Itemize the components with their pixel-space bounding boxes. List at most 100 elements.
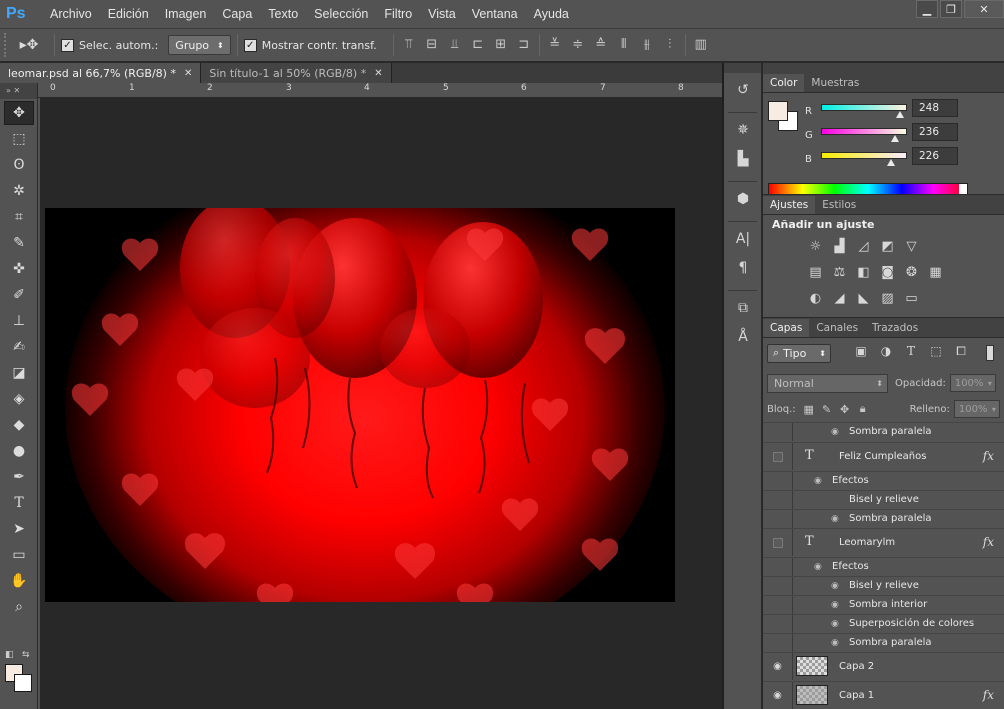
eye-icon[interactable]: ◉ bbox=[814, 476, 822, 486]
move-tool-icon[interactable]: ✥ bbox=[4, 101, 34, 125]
tab-leomar[interactable]: leomar.psd al 66,7% (RGB/8) * ✕ bbox=[0, 63, 202, 83]
blend-mode-dropdown[interactable]: Normal ⬍ bbox=[767, 373, 888, 393]
filter-adjustment-icon[interactable]: ◑ bbox=[876, 344, 896, 362]
history-brush-tool-icon[interactable]: ✍ bbox=[4, 335, 34, 359]
chevron-down-icon[interactable]: ▾ bbox=[992, 405, 996, 414]
layer-row-leomarylm[interactable]: T Leomarylm fx bbox=[763, 528, 1004, 556]
eye-icon[interactable]: ◉ bbox=[831, 600, 839, 610]
layer-row-capa-2[interactable]: ◉ Capa 2 bbox=[763, 652, 1004, 680]
fx-icon[interactable]: fx bbox=[983, 449, 994, 463]
path-selection-tool-icon[interactable]: ➤ bbox=[4, 517, 34, 541]
layer-effect-row[interactable]: ◉ Superposición de colores bbox=[763, 614, 1004, 633]
visibility-cell[interactable]: ◉ bbox=[763, 653, 793, 680]
distribute-right-icon[interactable]: ⫶ bbox=[661, 36, 679, 54]
vibrance-icon[interactable]: ▽ bbox=[902, 237, 921, 256]
tab-muestras[interactable]: Muestras bbox=[804, 74, 866, 92]
rectangle-tool-icon[interactable]: ▭ bbox=[4, 543, 34, 567]
tab-ajustes[interactable]: Ajustes bbox=[763, 196, 816, 214]
green-slider-thumb[interactable] bbox=[891, 135, 899, 142]
visibility-toggle[interactable] bbox=[772, 451, 783, 462]
tab-canales[interactable]: Canales bbox=[809, 319, 865, 337]
layer-comps-panel-icon[interactable]: ⧉ bbox=[730, 296, 756, 320]
brush-tool-icon[interactable]: ✐ bbox=[4, 283, 34, 307]
3d-panel-icon[interactable]: ⬢ bbox=[730, 187, 756, 211]
menu-filtro[interactable]: Filtro bbox=[376, 0, 420, 28]
distribute-hcenter-icon[interactable]: ⫵ bbox=[638, 36, 656, 54]
close-tab-icon[interactable]: ✕ bbox=[184, 68, 192, 79]
layer-row-capa-1[interactable]: ◉ Capa 1 fx bbox=[763, 681, 1004, 709]
tools-collapse-icon[interactable]: » ✕ bbox=[0, 83, 37, 99]
opacity-field[interactable]: 100% ▾ bbox=[949, 374, 996, 392]
dodge-tool-icon[interactable]: ● bbox=[4, 439, 34, 463]
distribute-top-icon[interactable]: ≚ bbox=[546, 36, 564, 54]
brightness-contrast-icon[interactable]: ☼ bbox=[806, 237, 825, 256]
lock-image-icon[interactable]: ✎ bbox=[818, 403, 836, 416]
menu-ayuda[interactable]: Ayuda bbox=[526, 0, 577, 28]
selective-color-icon[interactable]: ▨ bbox=[878, 289, 897, 308]
channel-mixer-icon[interactable]: ❂ bbox=[902, 263, 921, 282]
character-styles-panel-icon[interactable]: Å bbox=[730, 325, 756, 349]
align-hcenter-icon[interactable]: ⊞ bbox=[492, 36, 510, 54]
distribute-left-icon[interactable]: ⫴ bbox=[615, 36, 633, 54]
zoom-tool-icon[interactable]: ⌕ bbox=[4, 595, 34, 619]
pen-tool-icon[interactable]: ✒ bbox=[4, 465, 34, 489]
clone-stamp-tool-icon[interactable]: ⊥ bbox=[4, 309, 34, 333]
layer-effect-row[interactable]: Bisel y relieve bbox=[763, 490, 1004, 509]
layer-effect-row[interactable]: ◉ Sombra paralela bbox=[763, 633, 1004, 652]
menu-capa[interactable]: Capa bbox=[214, 0, 260, 28]
canvas-area[interactable] bbox=[40, 98, 722, 709]
auto-select-dropdown[interactable]: Grupo ⬍ bbox=[168, 35, 231, 55]
tab-estilos[interactable]: Estilos bbox=[815, 196, 863, 214]
eye-icon[interactable]: ◉ bbox=[831, 638, 839, 648]
blue-slider[interactable] bbox=[821, 152, 907, 159]
lock-transparency-icon[interactable]: ▦ bbox=[800, 403, 818, 416]
fx-icon[interactable]: fx bbox=[983, 535, 994, 549]
layer-row-feliz-cumpleanos[interactable]: T Feliz Cumpleaños fx bbox=[763, 442, 1004, 470]
tab-color[interactable]: Color bbox=[763, 74, 805, 92]
tab-capas[interactable]: Capas bbox=[763, 319, 810, 337]
layer-effect-row[interactable]: ◉ Sombra paralela bbox=[763, 509, 1004, 528]
fill-field[interactable]: 100% ▾ bbox=[953, 400, 1000, 418]
background-color-swatch[interactable] bbox=[14, 674, 32, 692]
align-top-icon[interactable]: ⫪ bbox=[400, 36, 418, 54]
move-tool-preset-icon[interactable]: ▸✥ bbox=[10, 33, 48, 57]
eraser-tool-icon[interactable]: ◪ bbox=[4, 361, 34, 385]
swap-colors-icon[interactable]: ⇆ bbox=[22, 650, 30, 660]
distribute-bottom-icon[interactable]: ≙ bbox=[592, 36, 610, 54]
filter-type-icon[interactable]: T bbox=[901, 344, 921, 362]
close-window-button[interactable]: ✕ bbox=[964, 0, 1004, 18]
minimize-button[interactable]: ▁ bbox=[916, 0, 938, 18]
eye-icon[interactable]: ◉ bbox=[831, 514, 839, 524]
hue-saturation-icon[interactable]: ▤ bbox=[806, 263, 825, 282]
restore-button[interactable]: ❐ bbox=[940, 0, 962, 18]
menu-imagen[interactable]: Imagen bbox=[157, 0, 215, 28]
align-bottom-icon[interactable]: ⫫ bbox=[446, 36, 464, 54]
filter-toggle-switch[interactable] bbox=[986, 345, 994, 361]
blue-slider-thumb[interactable] bbox=[887, 159, 895, 166]
filter-shape-icon[interactable]: ⬚ bbox=[926, 344, 946, 362]
menu-vista[interactable]: Vista bbox=[420, 0, 464, 28]
visibility-toggle[interactable] bbox=[772, 537, 783, 548]
exposure-icon[interactable]: ◩ bbox=[878, 237, 897, 256]
align-left-icon[interactable]: ⊏ bbox=[469, 36, 487, 54]
eyedropper-tool-icon[interactable]: ✎ bbox=[4, 231, 34, 255]
navigator-panel-icon[interactable]: ✵ bbox=[730, 118, 756, 142]
histogram-panel-icon[interactable]: ▙ bbox=[730, 147, 756, 171]
document-image[interactable] bbox=[45, 208, 675, 602]
eye-icon[interactable]: ◉ bbox=[831, 427, 839, 437]
lasso-tool-icon[interactable]: ʘ bbox=[4, 153, 34, 177]
photo-filter-icon[interactable]: ◙ bbox=[878, 263, 897, 282]
green-slider[interactable] bbox=[821, 128, 907, 135]
eye-icon[interactable]: ◉ bbox=[831, 619, 839, 629]
menu-seleccion[interactable]: Selección bbox=[306, 0, 376, 28]
menu-archivo[interactable]: Archivo bbox=[42, 0, 100, 28]
filter-smart-object-icon[interactable]: ⧠ bbox=[951, 344, 971, 362]
default-colors-icon[interactable]: ◧ bbox=[5, 650, 14, 660]
paragraph-panel-icon[interactable]: ¶ bbox=[730, 256, 756, 280]
color-balance-icon[interactable]: ⚖ bbox=[830, 263, 849, 282]
type-tool-icon[interactable]: T bbox=[4, 491, 34, 515]
black-white-icon[interactable]: ◧ bbox=[854, 263, 873, 282]
magic-wand-tool-icon[interactable]: ✲ bbox=[4, 179, 34, 203]
red-value-field[interactable]: 248 bbox=[912, 99, 958, 117]
eye-icon[interactable]: ◉ bbox=[814, 562, 822, 572]
